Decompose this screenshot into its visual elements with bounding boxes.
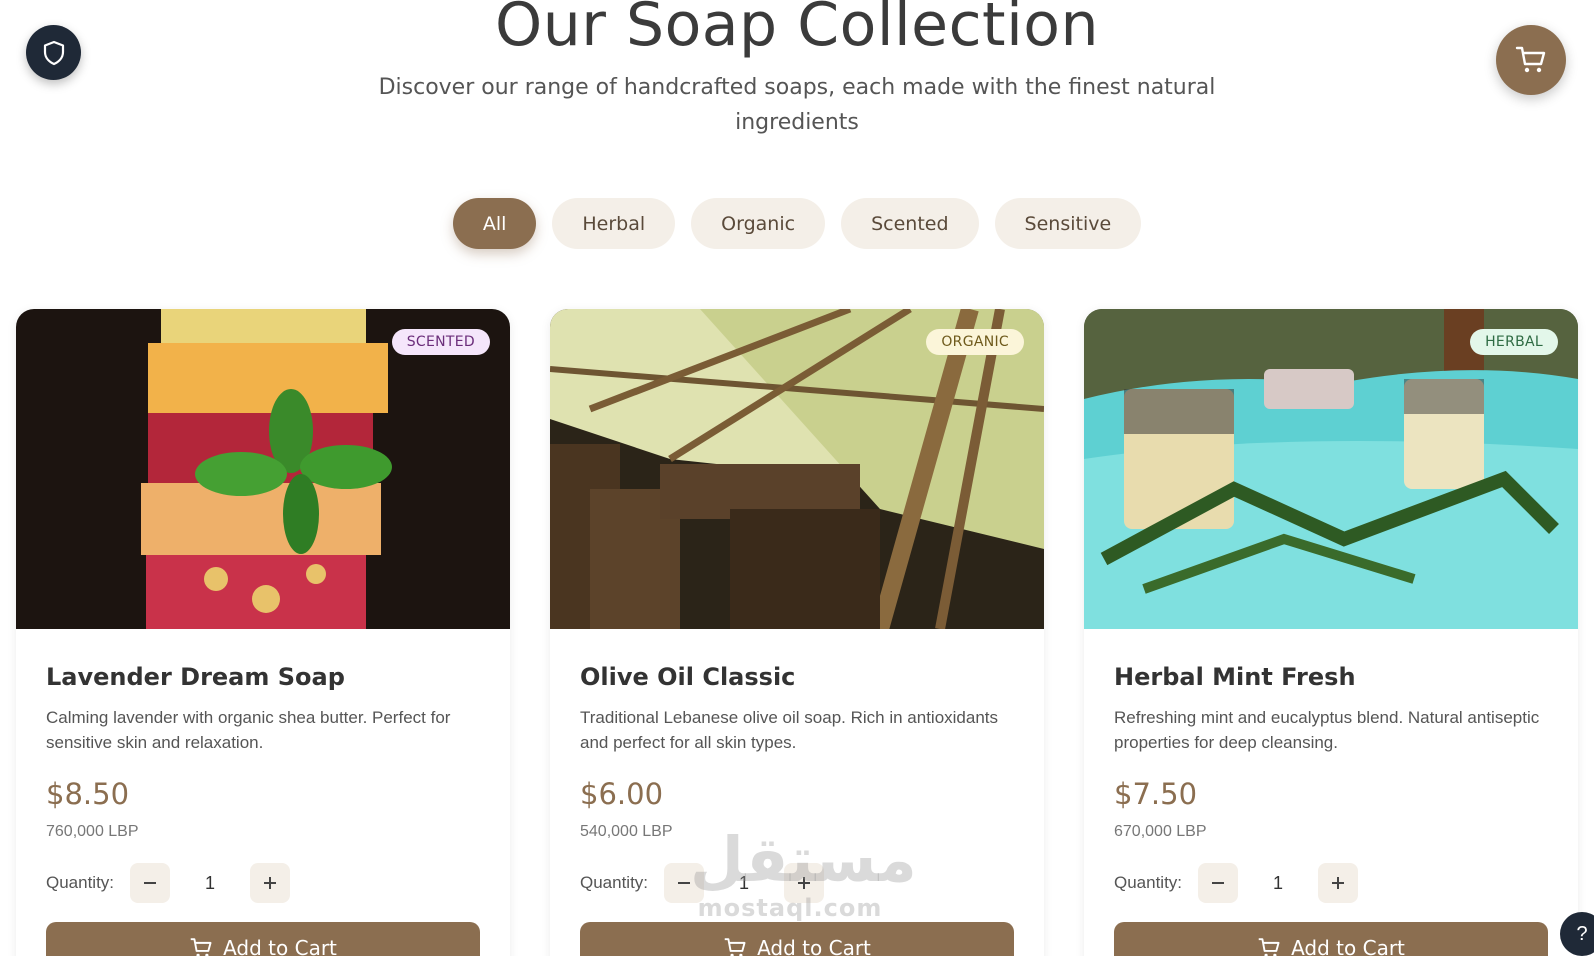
cart-icon [190,938,212,956]
product-description: Traditional Lebanese olive oil soap. Ric… [580,708,999,752]
category-filters: All Herbal Organic Scented Sensitive [0,198,1594,249]
product-name: Herbal Mint Fresh [1114,663,1356,691]
add-to-cart-button[interactable]: Add to Cart [580,922,1014,956]
category-badge: ORGANIC [926,329,1024,355]
quantity-stepper: Quantity: 1 [1114,863,1548,903]
product-price-lbp: 670,000 LBP [1114,823,1207,840]
add-to-cart-button[interactable]: Add to Cart [1114,922,1548,956]
quantity-value: 1 [1272,872,1283,893]
filter-sensitive[interactable]: Sensitive [994,198,1142,249]
cart-icon [724,938,746,956]
add-to-cart-label: Add to Cart [223,936,337,956]
cart-icon [1258,938,1280,956]
plus-icon [1332,877,1344,889]
add-to-cart-label: Add to Cart [1291,936,1405,956]
quantity-stepper: Quantity: 1 [580,863,1014,903]
increase-quantity-button[interactable] [1318,863,1358,903]
product-description: Refreshing mint and eucalyptus blend. Na… [1114,708,1540,752]
product-price-lbp: 540,000 LBP [580,823,673,840]
product-card-olive-oil: ORGANIC Olive Oil Classic Traditional Le… [550,309,1044,956]
category-badge: SCENTED [391,329,490,355]
minus-icon [144,882,156,884]
quantity-value: 1 [204,872,215,893]
decrease-quantity-button[interactable] [1198,863,1238,903]
minus-icon [678,882,690,884]
product-name: Olive Oil Classic [580,663,796,691]
page-subtitle: Discover our range of handcrafted soaps,… [378,75,1216,135]
filter-herbal[interactable]: Herbal [552,198,676,249]
increase-quantity-button[interactable] [250,863,290,903]
product-image: SCENTED [16,309,510,629]
plus-icon [798,877,810,889]
plus-icon [264,877,276,889]
product-price: $7.50 [1114,777,1198,811]
quantity-label: Quantity: [1114,873,1183,892]
decrease-quantity-button[interactable] [130,863,170,903]
quantity-label: Quantity: [580,873,649,892]
increase-quantity-button[interactable] [784,863,824,903]
add-to-cart-button[interactable]: Add to Cart [46,922,480,956]
filter-organic[interactable]: Organic [691,198,826,249]
page-title: Our Soap Collection [495,0,1099,60]
product-price-lbp: 760,000 LBP [46,823,139,840]
help-icon: ? [1576,922,1588,945]
product-price: $8.50 [46,777,130,811]
product-price: $6.00 [580,777,664,811]
product-card-herbal-mint: HERBAL Herbal Mint Fresh Refreshing mint… [1084,309,1578,956]
product-description: Calming lavender with organic shea butte… [46,708,451,752]
minus-icon [1212,882,1224,884]
quantity-value: 1 [738,872,749,893]
quantity-stepper: Quantity: 1 [46,863,480,903]
product-image: ORGANIC [550,309,1044,629]
category-badge: HERBAL [1470,329,1558,355]
product-image: HERBAL [1084,309,1578,629]
decrease-quantity-button[interactable] [664,863,704,903]
filter-all[interactable]: All [452,198,537,249]
add-to-cart-label: Add to Cart [757,936,871,956]
filter-scented[interactable]: Scented [841,198,979,249]
product-card-lavender: SCENTED Lavender Dream Soap Calming lave… [16,309,510,956]
quantity-label: Quantity: [46,873,115,892]
product-name: Lavender Dream Soap [46,663,345,691]
